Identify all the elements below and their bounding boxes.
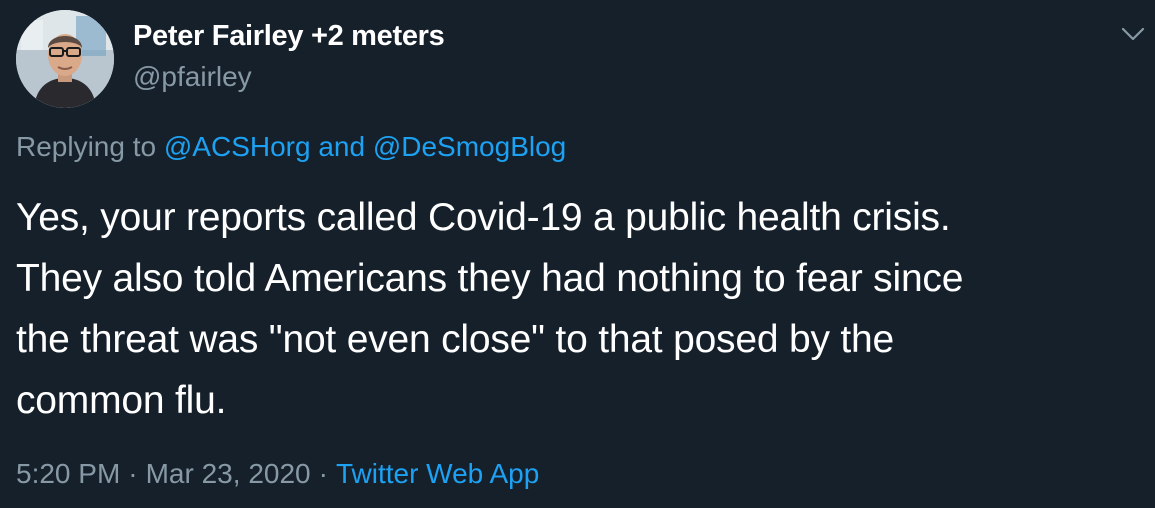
mention-link-acshorg[interactable]: @ACSHorg: [164, 131, 311, 162]
mention-link-desmogblog[interactable]: @DeSmogBlog: [373, 131, 566, 162]
author-handle[interactable]: @pfairley: [133, 61, 252, 93]
tweet-source-link[interactable]: Twitter Web App: [336, 458, 539, 489]
tweet-date: Mar 23, 2020: [145, 458, 311, 489]
tweet-time: 5:20 PM: [16, 458, 121, 489]
chevron-down-icon: [1121, 27, 1145, 41]
reply-context: Replying to @ACSHorg and @DeSmogBlog: [16, 131, 566, 163]
tweet-menu-button[interactable]: [1118, 22, 1148, 46]
tweet-timestamp-link[interactable]: 5:20 PM · Mar 23, 2020: [16, 458, 311, 489]
reply-conjunction[interactable]: and: [318, 131, 365, 162]
profile-photo-icon: [16, 10, 114, 108]
avatar[interactable]: [16, 10, 114, 108]
tweet-text: Yes, your reports called Covid-19 a publ…: [16, 196, 964, 422]
meta-separator: ·: [128, 458, 138, 489]
author-display-name[interactable]: Peter Fairley +2 meters: [133, 20, 445, 53]
tweet-card: Peter Fairley +2 meters @pfairley Replyi…: [0, 0, 1155, 508]
tweet-metadata: 5:20 PM · Mar 23, 2020 · Twitter Web App: [16, 458, 539, 490]
meta-separator: ·: [318, 458, 328, 489]
reply-prefix: Replying to: [16, 131, 157, 162]
